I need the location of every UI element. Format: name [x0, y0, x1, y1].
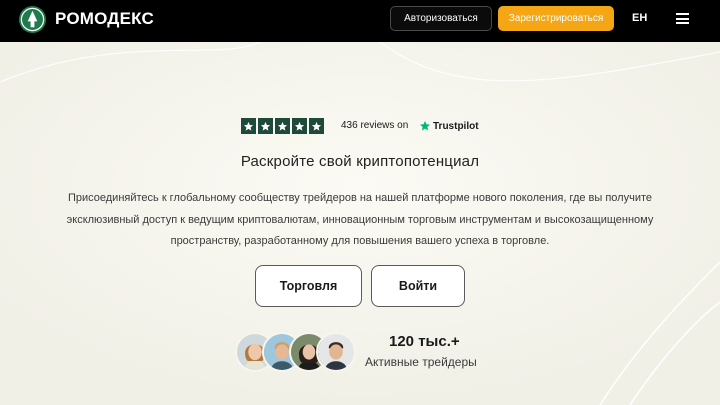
trade-button[interactable]: Торговля [255, 265, 362, 307]
trustpilot-label: Trustpilot [433, 120, 479, 132]
reviews-count: 436 reviews on [341, 120, 409, 131]
register-button[interactable]: Зарегистрироваться [498, 6, 614, 31]
trader-avatars [235, 332, 360, 374]
traders-label: Активные трейдеры [365, 355, 477, 369]
star-icon [292, 118, 307, 134]
enter-button[interactable]: Войти [371, 265, 465, 307]
star-icon [275, 118, 290, 134]
star-icon [309, 118, 324, 134]
menu-bar [676, 17, 689, 20]
rating-stars [241, 118, 324, 134]
traders-count: 120 тыс.+ [389, 333, 460, 350]
tree-logo-icon[interactable] [18, 5, 47, 34]
top-navbar: РОМОДЕКС Авторизоваться Зарегистрировать… [0, 0, 720, 42]
avatar [316, 332, 356, 372]
brand-name[interactable]: РОМОДЕКС [55, 0, 154, 37]
hero-description: Присоединяйтесь к глобальному сообществу… [66, 192, 654, 247]
login-button[interactable]: Авторизоваться [390, 6, 492, 31]
page-title: Раскройте свой криптопотенциал [240, 153, 480, 170]
star-icon [241, 118, 256, 134]
trustpilot-logo[interactable]: Trustpilot [419, 120, 479, 132]
hamburger-menu-icon[interactable] [676, 13, 689, 24]
language-switch[interactable]: EH [632, 0, 647, 37]
menu-bar [676, 22, 689, 24]
menu-bar [676, 13, 689, 15]
trustpilot-star-icon [420, 121, 430, 131]
star-icon [258, 118, 273, 134]
